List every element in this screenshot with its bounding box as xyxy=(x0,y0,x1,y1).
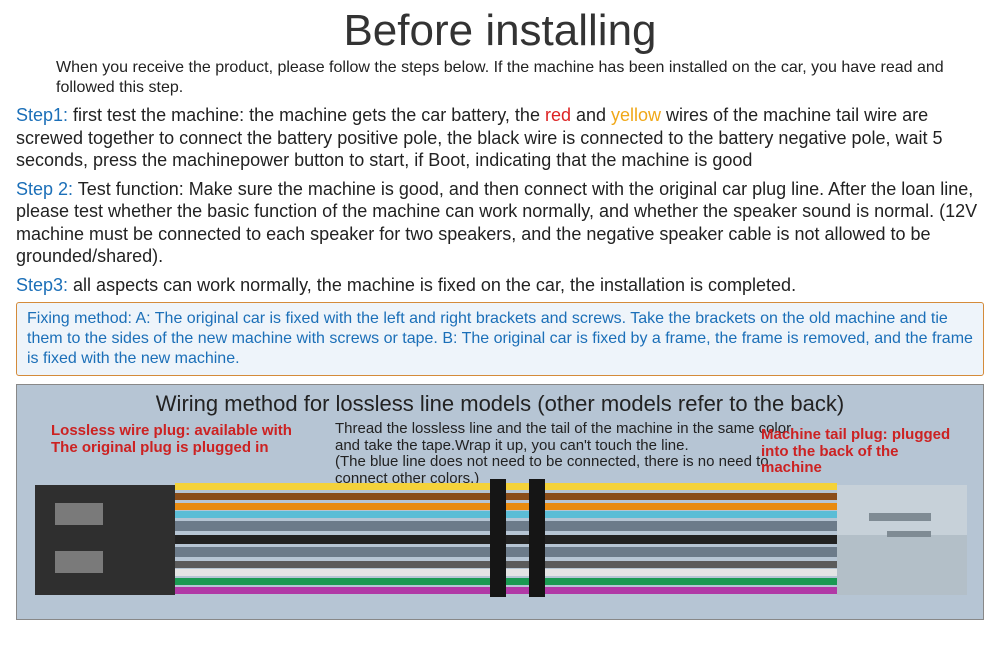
step3-text: all aspects can work normally, the machi… xyxy=(68,275,796,295)
step2-text: Test function: Make sure the machine is … xyxy=(16,179,977,267)
wiring-panel-title: Wiring method for lossless line models (… xyxy=(17,391,983,417)
step1-and: and xyxy=(571,105,611,125)
left-plug-label: Lossless wire plug: available with The o… xyxy=(51,423,311,456)
step3-label: Step3: xyxy=(16,275,68,295)
step1-pre: first test the machine: the machine gets… xyxy=(68,105,545,125)
right-connector-icon xyxy=(837,485,967,595)
step-3: Step3: all aspects can work normally, th… xyxy=(16,274,984,297)
connector-hole xyxy=(55,551,103,573)
step1-yellow-word: yellow xyxy=(611,105,661,125)
fixing-method-box: Fixing method: A: The original car is fi… xyxy=(16,302,984,376)
page-title: Before installing xyxy=(0,6,1000,56)
wiring-diagram: Lossless wire plug: available with The o… xyxy=(17,421,983,611)
intro-text: When you receive the product, please fol… xyxy=(56,58,960,98)
connector-shade xyxy=(837,485,967,535)
connector-pin xyxy=(869,513,931,521)
step1-label: Step1: xyxy=(16,105,68,125)
wiring-panel: Wiring method for lossless line models (… xyxy=(16,384,984,620)
mid-instruction-line1: Thread the lossless line and the tail of… xyxy=(335,420,794,454)
document-page: Before installing When you receive the p… xyxy=(0,6,1000,669)
tape-wrap-icon xyxy=(529,479,545,597)
connector-pin xyxy=(887,531,931,537)
step1-red-word: red xyxy=(545,105,571,125)
step-1: Step1: first test the machine: the machi… xyxy=(16,104,984,172)
left-connector-icon xyxy=(35,485,175,595)
tape-wrap-icon xyxy=(490,479,506,597)
step2-label: Step 2: xyxy=(16,179,73,199)
mid-instruction-line2: (The blue line does not need to be conne… xyxy=(335,453,769,487)
mid-instruction: Thread the lossless line and the tail of… xyxy=(335,421,805,487)
right-plug-label: Machine tail plug: plugged into the back… xyxy=(761,427,961,477)
connector-hole xyxy=(55,503,103,525)
step-2: Step 2: Test function: Make sure the mac… xyxy=(16,178,984,268)
